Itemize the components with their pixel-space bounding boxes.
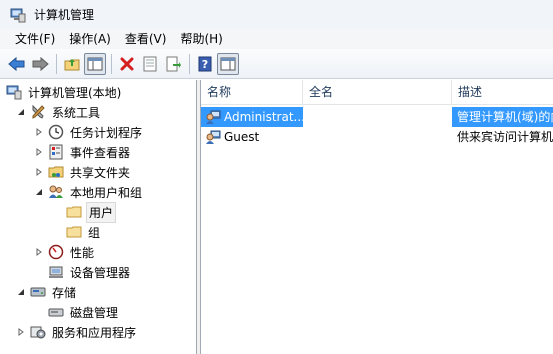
tools-icon — [30, 104, 46, 120]
tree-item-task-scheduler[interactable]: 任务计划程序 — [34, 122, 144, 142]
tree-label: 组 — [88, 225, 101, 240]
window-title: 计算机管理 — [34, 8, 95, 22]
tree-label: 磁盘管理 — [70, 305, 119, 320]
properties-button[interactable] — [139, 53, 161, 75]
export-list-button[interactable] — [162, 53, 184, 75]
toolbar-separator — [56, 53, 57, 74]
clock-icon — [48, 124, 64, 140]
console-tree[interactable]: 计算机管理(本地) 系统工具 任务计划程序 事件查看器 共享文件夹 本地用户和组… — [0, 80, 197, 354]
menu-file[interactable]: 文件(F) — [8, 29, 62, 49]
event-viewer-icon — [48, 144, 64, 160]
tree-label: 用户 — [86, 201, 117, 223]
tree-item-shared-folders[interactable]: 共享文件夹 — [34, 162, 132, 182]
toolbar-separator — [111, 53, 112, 74]
user-description: 管理计算机(域)的内 — [452, 107, 553, 127]
tree-label: 本地用户和组 — [70, 185, 143, 200]
toolbar: ? — [0, 49, 553, 79]
user-account-icon — [206, 110, 221, 124]
user-description: 供来宾访问计算机 — [457, 130, 553, 144]
user-account-icon — [206, 130, 221, 144]
performance-gauge-icon — [48, 244, 64, 260]
folder-icon — [66, 224, 82, 240]
tree-label: 存储 — [52, 285, 77, 300]
delete-x-icon — [120, 57, 134, 70]
help-icon: ? — [198, 56, 212, 71]
device-manager-icon — [48, 264, 64, 280]
back-button[interactable] — [6, 53, 28, 75]
tree-item-root[interactable]: 计算机管理(本地) — [6, 82, 123, 102]
list-item[interactable]: Guest 供来宾访问计算机 — [201, 127, 553, 147]
user-fullname — [303, 127, 452, 147]
menu-help[interactable]: 帮助(H) — [173, 29, 229, 49]
tree-item-storage[interactable]: 存储 — [16, 282, 78, 302]
user-fullname — [303, 107, 452, 127]
action-pane-icon — [220, 57, 236, 70]
menu-action[interactable]: 操作(A) — [62, 29, 118, 49]
tree-label: 设备管理器 — [70, 265, 131, 280]
tree-label: 任务计划程序 — [70, 125, 143, 140]
expand-triangle-icon[interactable] — [34, 247, 44, 257]
tree-item-local-users-groups[interactable]: 本地用户和组 — [34, 182, 144, 202]
services-icon — [30, 324, 46, 340]
tree-label: 服务和应用程序 — [52, 325, 137, 340]
collapse-triangle-icon[interactable] — [16, 287, 26, 297]
expand-triangle-icon[interactable] — [16, 327, 26, 337]
tree-item-services-apps[interactable]: 服务和应用程序 — [16, 322, 138, 342]
expand-triangle-icon[interactable] — [34, 167, 44, 177]
storage-icon — [30, 284, 46, 300]
tree-label: 计算机管理(本地) — [28, 85, 122, 100]
tree-item-system-tools[interactable]: 系统工具 — [16, 102, 102, 122]
title-bar: 计算机管理 — [0, 0, 553, 29]
column-header-name[interactable]: 名称 — [201, 80, 303, 105]
collapse-triangle-icon[interactable] — [16, 107, 26, 117]
list-header: 名称 全名 描述 — [201, 80, 553, 105]
tree-item-performance[interactable]: 性能 — [34, 242, 96, 262]
computer-management-icon — [6, 84, 22, 100]
export-icon — [166, 56, 181, 71]
tree-label: 事件查看器 — [70, 145, 131, 160]
shared-folder-icon — [48, 164, 64, 180]
properties-icon — [143, 56, 157, 71]
menu-bar: 文件(F) 操作(A) 查看(V) 帮助(H) — [0, 29, 553, 49]
tree-item-device-manager[interactable]: 设备管理器 — [48, 262, 132, 282]
toolbar-separator — [189, 53, 190, 74]
back-arrow-icon — [8, 56, 25, 71]
disk-icon — [48, 304, 64, 320]
tree-label: 共享文件夹 — [70, 165, 131, 180]
tree-item-users[interactable]: 用户 — [66, 201, 117, 223]
forward-button[interactable] — [29, 53, 51, 75]
tree-label: 系统工具 — [52, 105, 101, 120]
collapse-triangle-icon[interactable] — [34, 187, 44, 197]
action-pane-button[interactable] — [217, 52, 239, 75]
show-hide-tree-button[interactable] — [84, 52, 106, 75]
tree-item-event-viewer[interactable]: 事件查看器 — [34, 142, 132, 162]
users-list-view[interactable]: 名称 全名 描述 Administrat... 管理计算机(域)的内 Guest — [201, 80, 553, 354]
tree-label: 性能 — [70, 245, 95, 260]
svg-text:?: ? — [202, 58, 208, 71]
up-folder-icon — [64, 58, 80, 70]
folder-icon — [66, 204, 82, 220]
computer-management-icon — [10, 7, 26, 23]
list-item[interactable]: Administrat... 管理计算机(域)的内 — [201, 107, 553, 127]
tree-item-groups[interactable]: 组 — [66, 222, 102, 242]
expand-triangle-icon[interactable] — [34, 127, 44, 137]
column-header-fullname[interactable]: 全名 — [303, 80, 452, 105]
column-header-description[interactable]: 描述 — [452, 80, 553, 105]
users-group-icon — [48, 184, 64, 200]
help-button[interactable]: ? — [194, 53, 216, 75]
menu-view[interactable]: 查看(V) — [118, 29, 174, 49]
show-tree-icon — [87, 57, 103, 70]
expand-triangle-icon[interactable] — [34, 147, 44, 157]
forward-arrow-icon — [32, 56, 49, 71]
user-name: Guest — [224, 130, 260, 144]
tree-item-disk-management[interactable]: 磁盘管理 — [48, 302, 120, 322]
up-button[interactable] — [61, 53, 83, 75]
delete-button[interactable] — [116, 53, 138, 75]
user-name: Administrat... — [224, 110, 303, 124]
